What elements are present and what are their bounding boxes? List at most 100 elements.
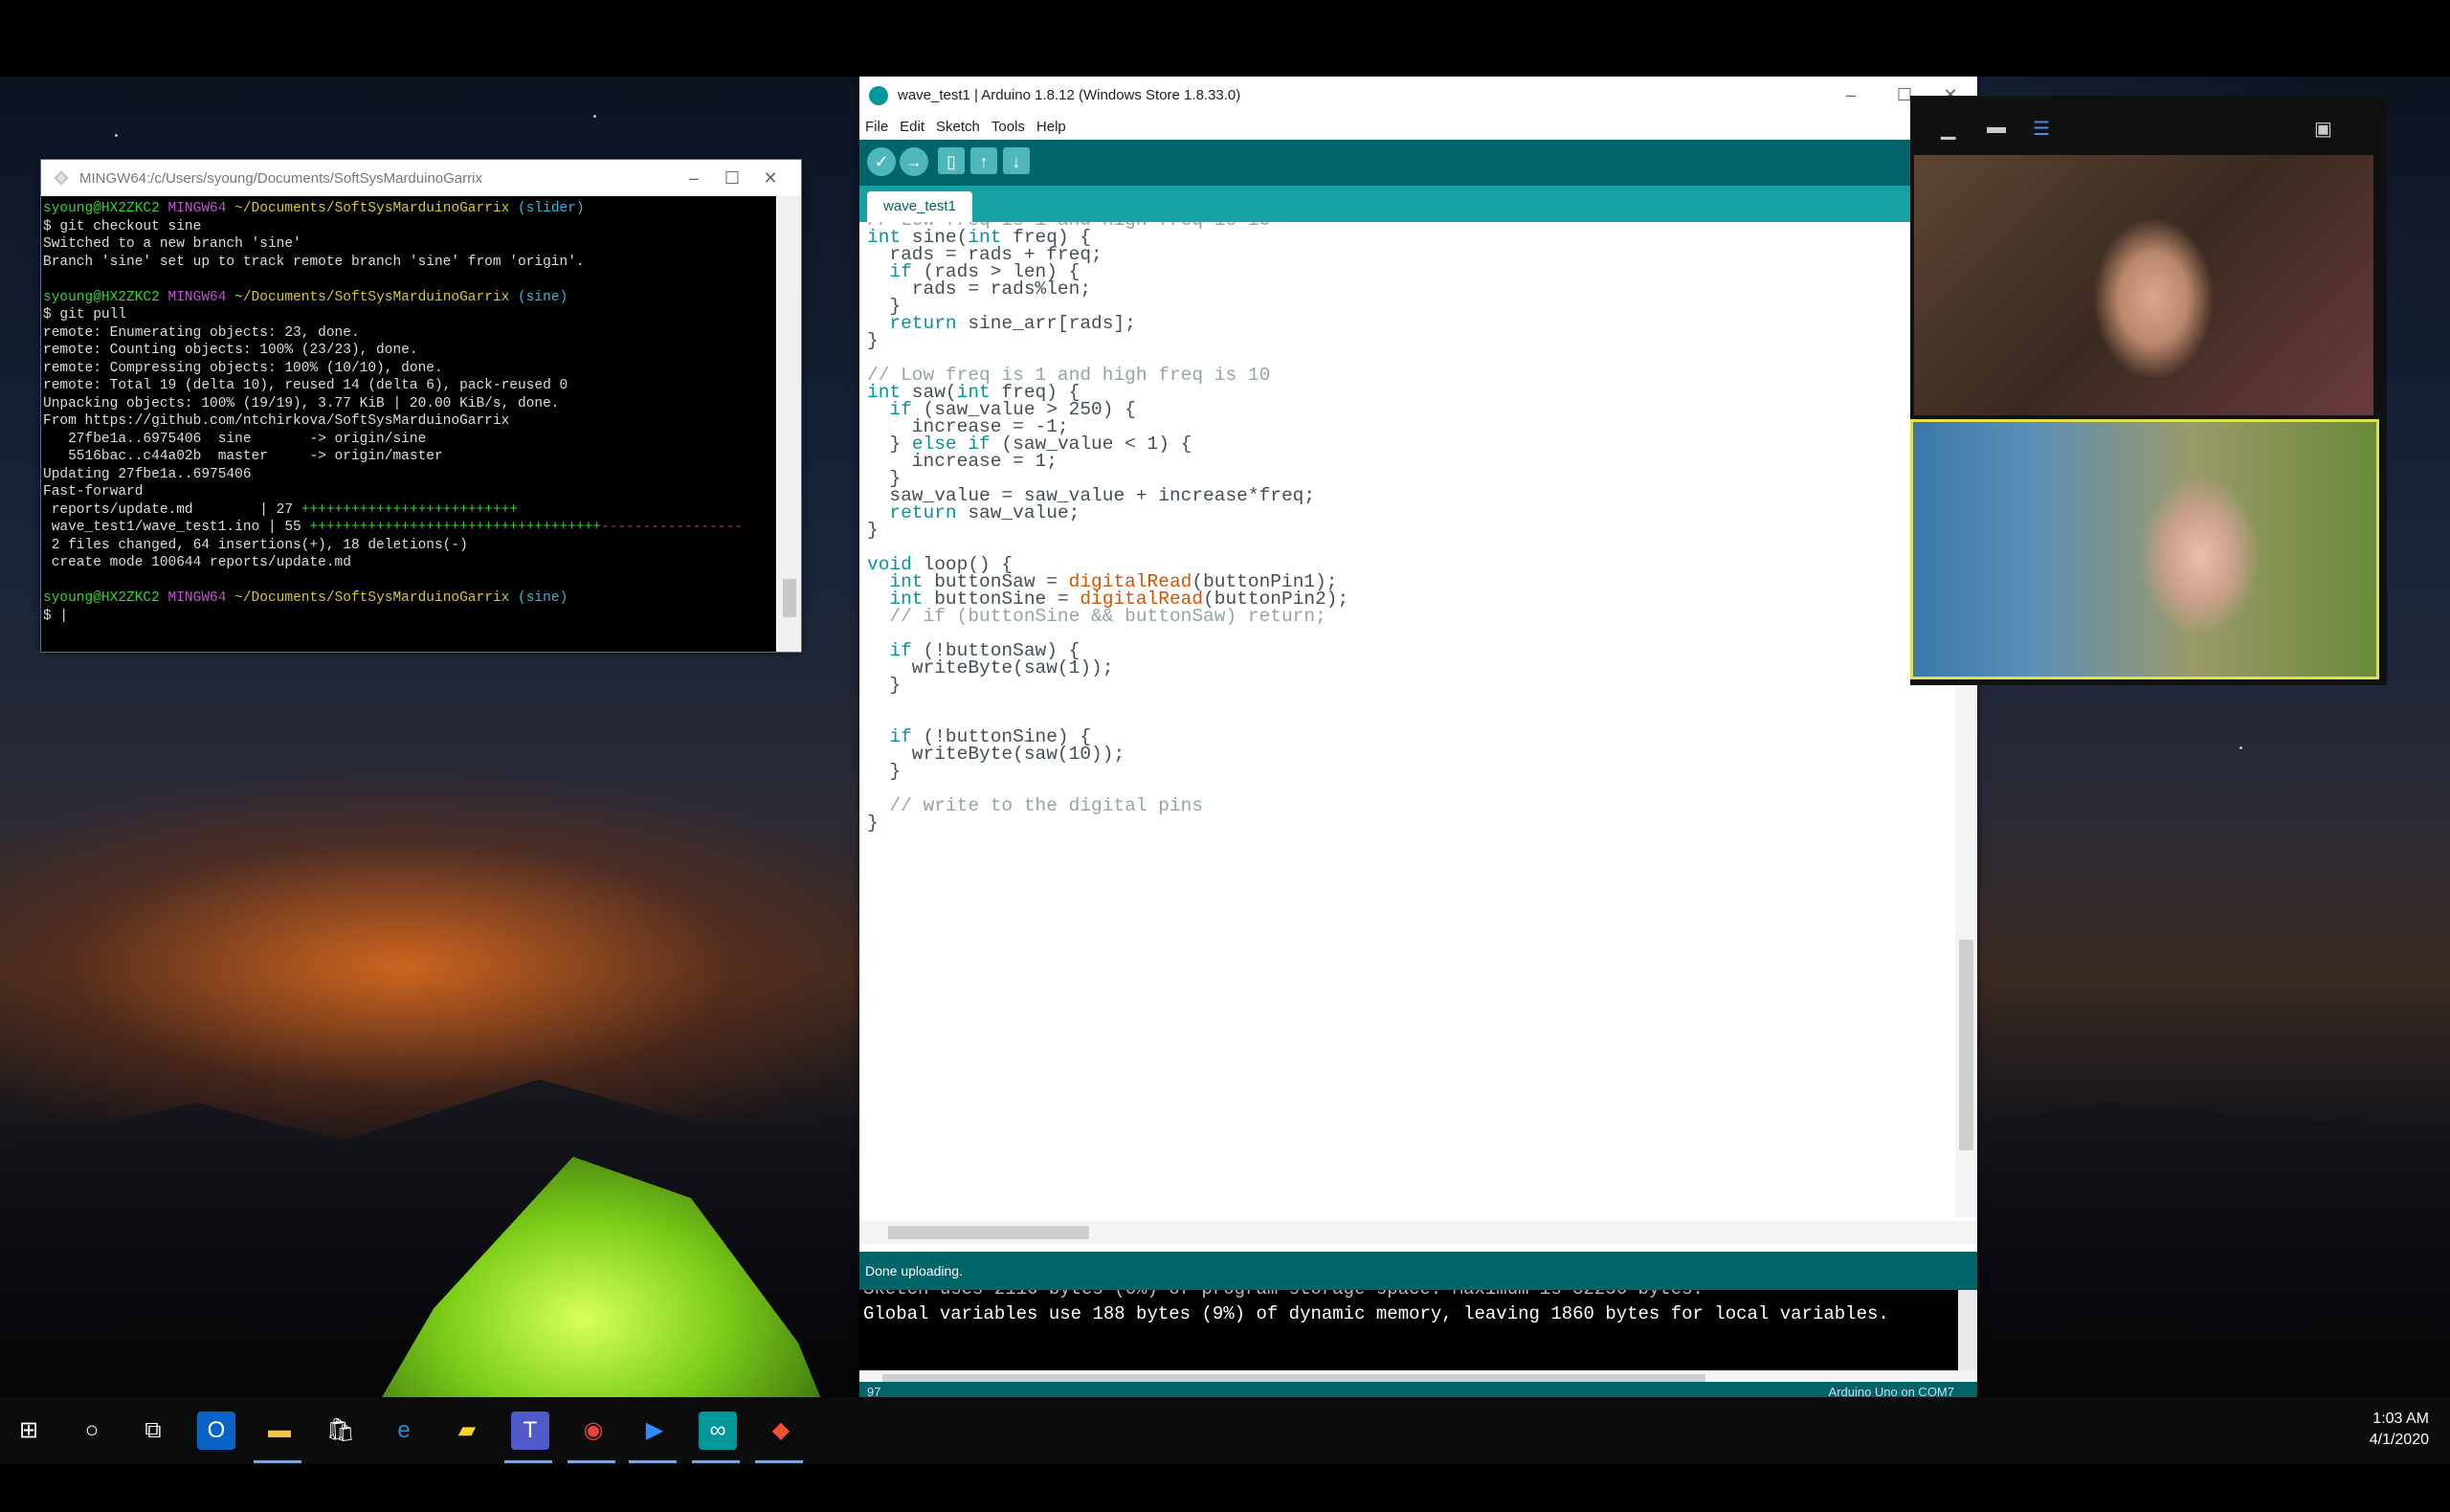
terminal-text: wave_test1/wave_test1.ino | 55: [43, 520, 310, 535]
arduino-logo-icon: [869, 86, 888, 105]
code-line: writeByte(saw(1));: [867, 655, 1114, 682]
video-call-panel[interactable]: ▁ ▬ ☰ ▣: [1910, 96, 2387, 685]
build-console[interactable]: Sketch uses 2116 bytes (6%) of program s…: [859, 1290, 1977, 1370]
code-line: writeByte(saw(10));: [867, 741, 1125, 768]
terminal-text: ~/Documents/SoftSysMarduinoGarrix: [234, 201, 519, 216]
terminal-text: $ git checkout sine: [43, 218, 202, 234]
task-view-icon[interactable]: ⧉: [134, 1412, 172, 1450]
editor-horizontal-scrollbar[interactable]: [859, 1221, 1977, 1244]
cortana-search-icon[interactable]: ○: [73, 1412, 111, 1450]
terminal-text: Updating 27fbe1a..6975406: [43, 466, 252, 482]
close-button[interactable]: ✕: [751, 166, 790, 190]
save-sketch-icon[interactable]: ↓: [1003, 147, 1030, 174]
terminal-text: $ |: [43, 608, 69, 624]
menu-sketch[interactable]: Sketch: [936, 115, 980, 140]
terminal-text: (sine): [518, 289, 568, 305]
outlook-icon[interactable]: O: [197, 1412, 235, 1450]
terminal-line: 2 files changed, 64 insertions(+), 18 de…: [43, 537, 776, 555]
new-sketch-icon[interactable]: ▯: [938, 147, 965, 174]
code-line: }: [867, 327, 879, 355]
scrollbar-thumb[interactable]: [1959, 940, 1973, 1150]
terminal-line: wave_test1/wave_test1.ino | 55 +++++++++…: [43, 519, 776, 537]
file-explorer-icon[interactable]: ▬: [260, 1412, 299, 1450]
terminal-line: Switched to a new branch 'sine': [43, 235, 776, 254]
terminal-text: +++++++++++++++++++++++++++++++++++: [309, 520, 602, 535]
terminal-text: syoung@HX2ZKC2: [43, 289, 168, 305]
terminal-text: Unpacking objects: 100% (19/19), 3.77 Ki…: [43, 395, 560, 411]
code-line: }: [867, 758, 901, 786]
clock-time: 1:03 AM: [2372, 1411, 2429, 1427]
terminal-output[interactable]: syoung@HX2ZKC2 MINGW64 ~/Documents/SoftS…: [41, 196, 776, 652]
minimize-button[interactable]: –: [675, 166, 713, 190]
menu-tools[interactable]: Tools: [991, 115, 1025, 140]
tab-wave-test1[interactable]: wave_test1: [867, 191, 972, 222]
arduino-icon[interactable]: ∞: [699, 1412, 737, 1450]
menu-file[interactable]: File: [865, 115, 888, 140]
code-token: }: [867, 761, 902, 782]
minimize-button[interactable]: –: [1832, 82, 1870, 107]
terminal-text: reports/update.md | 27: [43, 501, 301, 518]
terminal-line: 27fbe1a..6975406 sine -> origin/sine: [43, 431, 776, 449]
console-scrollbar[interactable]: [1958, 1290, 1977, 1370]
terminal-line: reports/update.md | 27 +++++++++++++++++…: [43, 501, 776, 520]
participant-video-1[interactable]: [1914, 155, 2373, 415]
windows-start-icon[interactable]: ⊞: [10, 1412, 48, 1450]
terminal-text: create mode 100644 reports/update.md: [43, 555, 351, 570]
terminal-line: remote: Counting objects: 100% (23/23), …: [43, 342, 776, 360]
hide-video-icon[interactable]: ▬: [1987, 117, 2006, 139]
terminal-line: remote: Enumerating objects: 23, done.: [43, 324, 776, 343]
terminal-text: remote: Compressing objects: 100% (10/10…: [43, 360, 443, 376]
speaker-view-icon[interactable]: ☰: [2033, 117, 2050, 141]
terminal-line: From https://github.com/ntchirkova/SoftS…: [43, 412, 776, 431]
scrollbar-thumb[interactable]: [783, 579, 796, 617]
code-editor[interactable]: // Low freq is 1 and high freq is 10int …: [859, 222, 1955, 1217]
toolbar: ✓ → ▯ ↑ ↓: [859, 140, 1977, 186]
menu-edit[interactable]: Edit: [900, 115, 924, 140]
bottom-letterbox: [0, 1464, 2450, 1512]
clock-date: 4/1/2020: [2369, 1432, 2429, 1448]
git-icon[interactable]: ◆: [762, 1412, 800, 1450]
sticky-notes-icon[interactable]: ▰: [448, 1412, 486, 1450]
video-controls: ▁ ▬ ☰ ▣: [1910, 96, 2387, 155]
code-token: }: [867, 330, 879, 351]
arduino-running-indicator: [692, 1460, 740, 1463]
open-sketch-icon[interactable]: ↑: [970, 147, 997, 174]
terminal-text: Switched to a new branch 'sine': [43, 236, 301, 252]
terminal-line: syoung@HX2ZKC2 MINGW64 ~/Documents/SoftS…: [43, 289, 776, 307]
minimize-video-icon[interactable]: ▁: [1941, 117, 1955, 141]
terminal-scrollbar[interactable]: [778, 196, 801, 652]
system-clock[interactable]: 1:03 AM 4/1/2020: [2370, 1409, 2429, 1451]
code-line: // if (buttonSine && buttonSaw) return;: [867, 603, 1325, 631]
code-token: writeByte(saw(1));: [867, 657, 1114, 678]
code-line: // write to the digital pins: [867, 792, 1203, 820]
terminal-text: ++++++++++++++++++++++++++: [301, 501, 518, 518]
tab-strip: wave_test1: [859, 186, 1977, 222]
arduino-title: wave_test1 | Arduino 1.8.12 (Windows Sto…: [898, 87, 1241, 103]
store-icon[interactable]: 🛍: [322, 1412, 360, 1450]
arduino-titlebar[interactable]: wave_test1 | Arduino 1.8.12 (Windows Sto…: [859, 77, 1977, 115]
terminal-line: Branch 'sine' set up to track remote bra…: [43, 254, 776, 272]
terminal-titlebar[interactable]: MINGW64:/c/Users/syoung/Documents/SoftSy…: [41, 160, 801, 196]
terminal-line: syoung@HX2ZKC2 MINGW64 ~/Documents/SoftS…: [43, 200, 776, 218]
maximize-button[interactable]: ☐: [713, 166, 751, 190]
chrome-icon[interactable]: ◉: [574, 1412, 612, 1450]
edge-icon[interactable]: e: [385, 1412, 423, 1450]
verify-icon[interactable]: ✓: [867, 147, 896, 176]
menu-help[interactable]: Help: [1036, 115, 1066, 140]
upload-icon[interactable]: →: [900, 147, 928, 176]
git-bash-window[interactable]: MINGW64:/c/Users/syoung/Documents/SoftSy…: [40, 159, 802, 653]
git-diamond-icon: [54, 170, 69, 186]
git-running-indicator: [755, 1460, 803, 1463]
terminal-text: syoung@HX2ZKC2: [43, 590, 168, 606]
participant-video-2-active-speaker[interactable]: [1910, 419, 2379, 679]
terminal-text: remote: Total 19 (delta 10), reused 14 (…: [43, 378, 568, 393]
teams-running-indicator: [504, 1460, 552, 1463]
code-line: return sine_arr[rads];: [867, 310, 1135, 338]
scrollbar-thumb[interactable]: [888, 1226, 1089, 1239]
exit-minimized-icon[interactable]: ▣: [2314, 117, 2332, 141]
console-line: Global variables use 188 bytes (9%) of d…: [863, 1303, 1889, 1324]
zoom-icon[interactable]: ▶: [635, 1412, 674, 1450]
arduino-ide-window[interactable]: wave_test1 | Arduino 1.8.12 (Windows Sto…: [859, 77, 1977, 1403]
teams-icon[interactable]: T: [511, 1412, 549, 1450]
